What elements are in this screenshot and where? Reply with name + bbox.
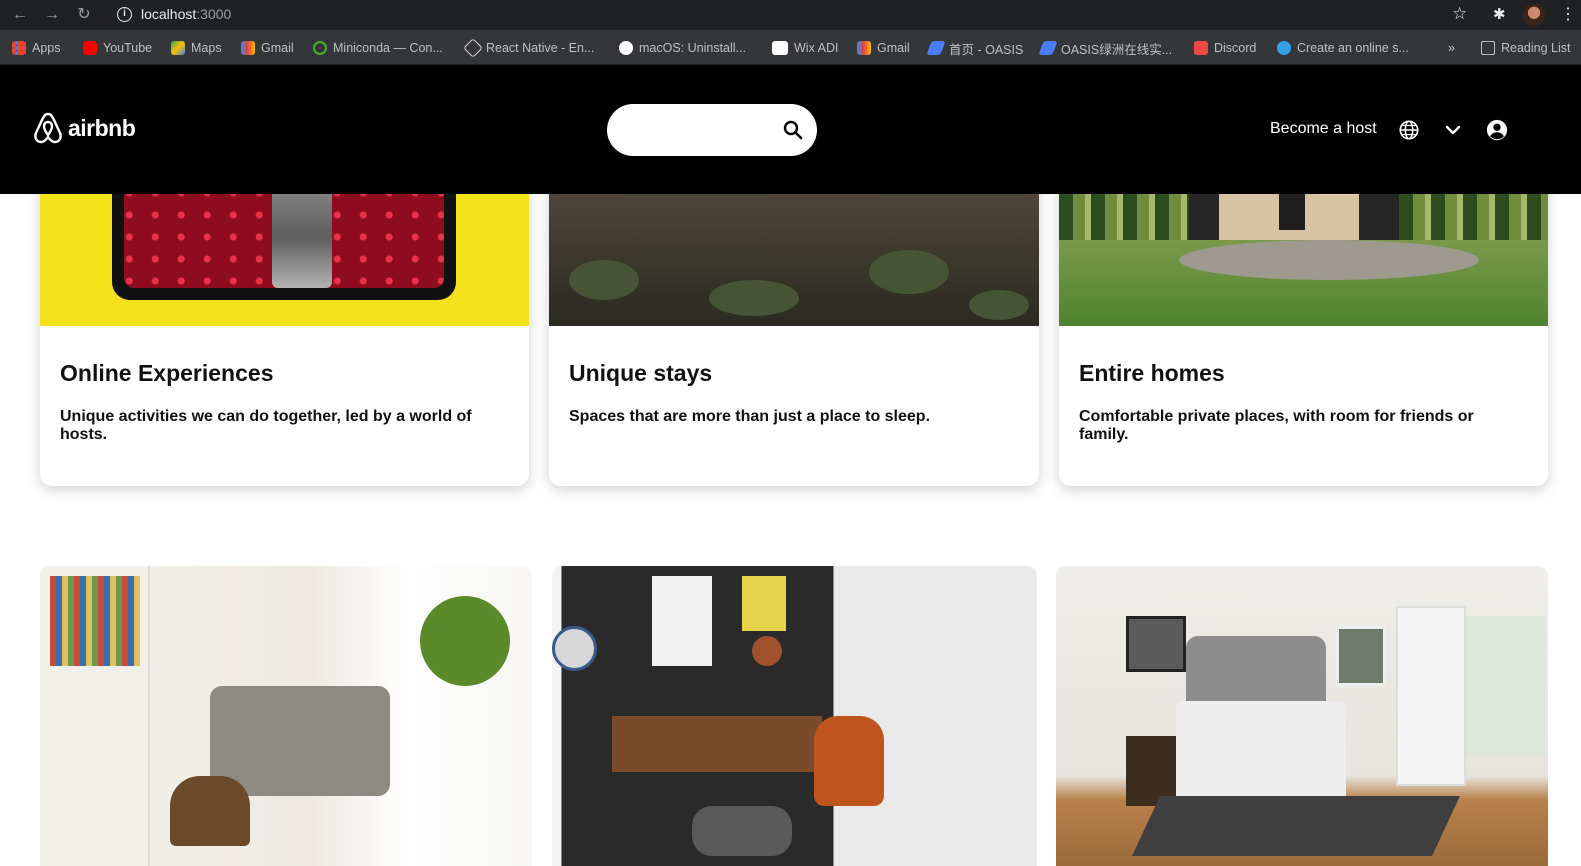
card-title: Unique stays <box>569 360 713 386</box>
app-header: airbnb Become a host <box>0 65 1581 194</box>
card-title: Entire homes <box>1079 360 1225 386</box>
miniconda-icon <box>313 41 327 55</box>
bookmark-apps[interactable]: Apps <box>12 40 61 56</box>
address-bar[interactable] <box>108 2 1488 28</box>
become-host-link[interactable]: Become a host <box>1270 120 1377 138</box>
bookmark-oasis-online[interactable]: OASIS绿洲在线实... <box>1038 40 1172 57</box>
bookmark-react-native[interactable]: React Native - En... <box>463 38 594 58</box>
address-url[interactable]: localhost:3000 <box>141 6 231 22</box>
browser-toolbar: ← → ↻ i localhost:3000 ☆ ✱ ⋮ <box>0 0 1581 30</box>
bookmark-gmail-2[interactable]: Gmail <box>857 40 910 56</box>
bookmark-star-icon[interactable]: ☆ <box>1452 4 1467 24</box>
extensions-icon[interactable]: ✱ <box>1493 5 1506 23</box>
bookmark-maps[interactable]: Maps <box>171 40 222 56</box>
search-input[interactable] <box>629 118 779 142</box>
reading-list-button[interactable]: Reading List <box>1481 40 1571 56</box>
card-title: Online Experiences <box>60 360 274 386</box>
listing-photo-living-room[interactable] <box>40 566 532 866</box>
gmail-icon <box>241 41 255 55</box>
oasis-icon <box>926 41 946 55</box>
maps-icon <box>171 41 185 55</box>
user-account-icon[interactable] <box>1486 119 1508 141</box>
react-native-icon <box>463 38 483 58</box>
browser-menu-icon[interactable]: ⋮ <box>1560 4 1576 24</box>
bookmark-miniconda[interactable]: Miniconda — Con... <box>313 40 443 56</box>
bookmark-wix-adi[interactable]: Wix ADI <box>772 40 838 56</box>
bookmark-gmail[interactable]: Gmail <box>241 40 294 56</box>
bookmark-discord[interactable]: Discord <box>1194 40 1256 56</box>
bookmark-macos-uninstall[interactable]: macOS: Uninstall... <box>619 40 746 56</box>
github-icon <box>619 41 633 55</box>
forward-arrow-icon[interactable]: → <box>42 5 62 25</box>
youtube-icon <box>83 41 97 55</box>
listing-photo-lounge[interactable] <box>552 566 1037 866</box>
chevron-down-icon[interactable] <box>1444 121 1462 139</box>
gmail-icon <box>857 41 871 55</box>
bookmark-youtube[interactable]: YouTube <box>83 40 152 56</box>
oasis-icon <box>1038 41 1058 55</box>
gear-icon <box>1277 41 1291 55</box>
profile-avatar[interactable] <box>1523 4 1545 26</box>
globe-icon[interactable] <box>1398 119 1420 141</box>
search-icon[interactable] <box>781 118 805 142</box>
back-arrow-icon[interactable]: ← <box>10 5 30 25</box>
bookmarks-bar: Apps YouTube Maps Gmail Miniconda — Con.… <box>0 30 1581 65</box>
card-description: Comfortable private places, with room fo… <box>1079 408 1474 443</box>
listing-photo-bedroom[interactable] <box>1056 566 1548 866</box>
bookmark-oasis-home[interactable]: 首页 - OASIS <box>926 40 1023 57</box>
reload-icon[interactable]: ↻ <box>74 5 94 25</box>
card-description: Unique activities we can do together, le… <box>60 408 472 443</box>
card-description: Spaces that are more than just a place t… <box>569 408 931 425</box>
discord-icon <box>1194 41 1208 55</box>
reading-list-icon <box>1481 41 1495 55</box>
logo-text: airbnb <box>68 114 136 141</box>
site-info-icon[interactable]: i <box>117 7 132 22</box>
bookmark-create-online[interactable]: Create an online s... <box>1277 40 1409 56</box>
airbnb-logo-icon <box>34 112 62 144</box>
apps-grid-icon <box>12 41 26 55</box>
wix-icon <box>772 41 788 55</box>
airbnb-logo[interactable]: airbnb <box>32 111 136 145</box>
search-bar[interactable] <box>607 104 817 156</box>
bookmarks-overflow-button[interactable]: » <box>1448 40 1455 56</box>
